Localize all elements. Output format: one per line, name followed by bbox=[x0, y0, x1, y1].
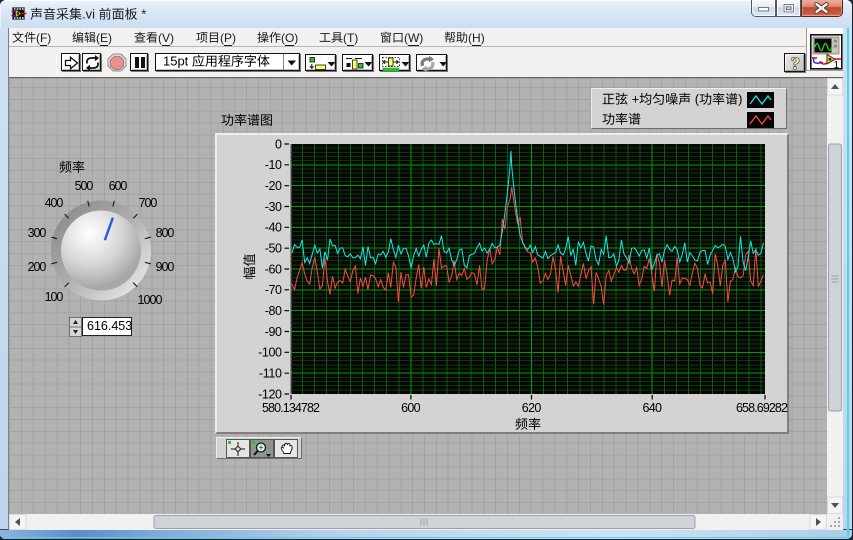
svg-text:?: ? bbox=[791, 54, 800, 73]
svg-text:700: 700 bbox=[138, 196, 157, 210]
svg-text:800: 800 bbox=[155, 226, 174, 240]
svg-text:15pt: 15pt bbox=[163, 54, 189, 69]
svg-text:580.134782: 580.134782 bbox=[262, 401, 320, 415]
svg-text:1000: 1000 bbox=[138, 293, 163, 307]
svg-text:(E): (E) bbox=[96, 30, 112, 44]
svg-text:600: 600 bbox=[109, 179, 128, 193]
svg-text:640: 640 bbox=[643, 401, 663, 415]
svg-text:300: 300 bbox=[28, 226, 47, 240]
svg-text:(W): (W) bbox=[404, 30, 423, 44]
svg-text:*: * bbox=[141, 6, 146, 21]
svg-text:200: 200 bbox=[28, 260, 47, 274]
svg-text:600: 600 bbox=[401, 401, 421, 415]
svg-text:620: 620 bbox=[522, 401, 542, 415]
svg-text:400: 400 bbox=[45, 196, 64, 210]
svg-text:(: ( bbox=[695, 91, 700, 106]
svg-text:900: 900 bbox=[155, 260, 174, 274]
svg-text:100: 100 bbox=[45, 290, 64, 304]
svg-text:(F): (F) bbox=[36, 30, 51, 44]
svg-text:500: 500 bbox=[75, 179, 94, 193]
svg-text:(V): (V) bbox=[158, 30, 174, 44]
svg-text:1: 1 bbox=[833, 60, 839, 70]
svg-text:(H): (H) bbox=[468, 30, 485, 44]
svg-text:(P): (P) bbox=[220, 30, 236, 44]
svg-text:(O): (O) bbox=[281, 30, 298, 44]
svg-text:): ) bbox=[738, 91, 742, 106]
svg-text:+: + bbox=[632, 91, 640, 106]
svg-text:(T): (T) bbox=[343, 30, 358, 44]
svg-text:658.692825: 658.692825 bbox=[736, 401, 788, 415]
svg-text:.vi: .vi bbox=[82, 6, 95, 21]
